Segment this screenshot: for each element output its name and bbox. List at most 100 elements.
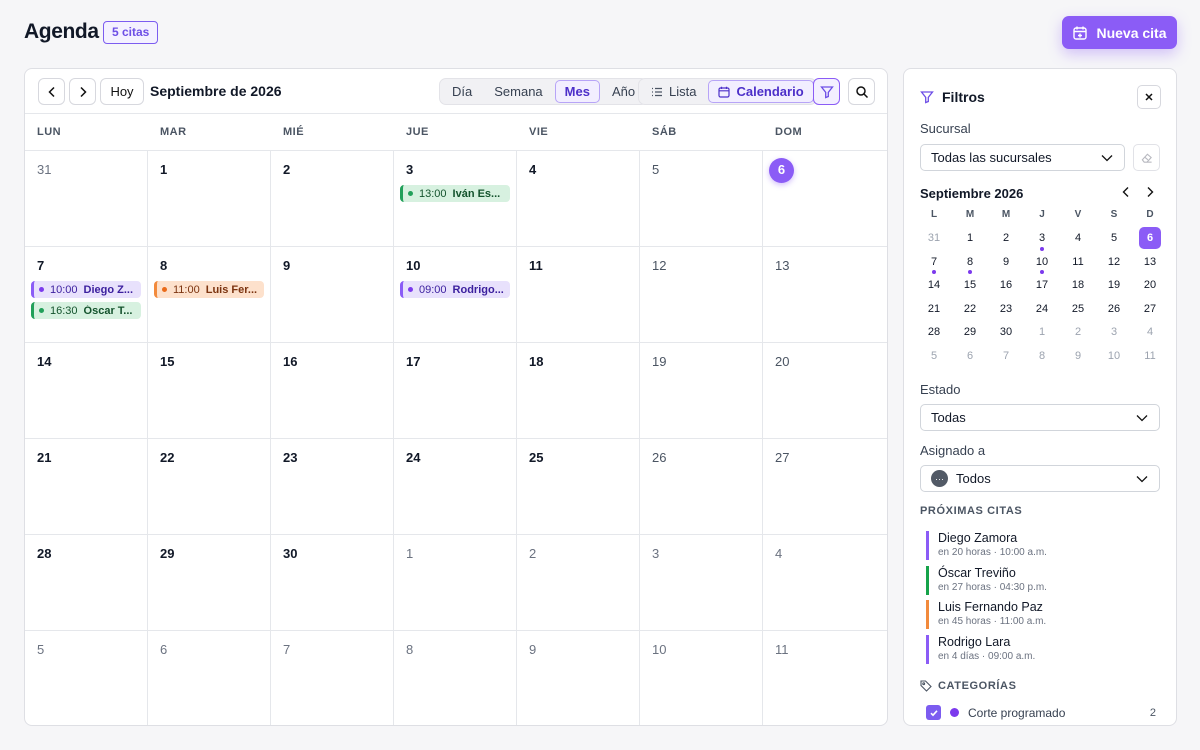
mini-day[interactable]: 5: [916, 345, 952, 369]
assigned-select[interactable]: ··· Todos: [920, 465, 1160, 492]
mini-day[interactable]: 3: [1024, 227, 1060, 251]
day-cell[interactable]: 8 11:00 Luis Fer...: [148, 247, 271, 342]
day-cell[interactable]: 3: [640, 535, 763, 630]
mini-day[interactable]: 12: [1096, 251, 1132, 275]
day-cell[interactable]: 19: [640, 343, 763, 438]
day-cell[interactable]: 4: [763, 535, 886, 630]
day-cell[interactable]: 23: [271, 439, 394, 534]
day-cell[interactable]: 28: [25, 535, 148, 630]
view-month-tab[interactable]: Mes: [554, 80, 600, 103]
day-cell[interactable]: 10 09:00 Rodrigo...: [394, 247, 517, 342]
close-filters-button[interactable]: [1137, 85, 1161, 109]
mini-day[interactable]: 25: [1060, 298, 1096, 322]
day-cell[interactable]: 3 13:00 Iván Es...: [394, 151, 517, 246]
upcoming-item[interactable]: Luis Fernando Paz en 45 horas · 11:00 a.m…: [926, 600, 1156, 629]
mini-day[interactable]: 7: [988, 345, 1024, 369]
mini-day[interactable]: 29: [952, 321, 988, 345]
upcoming-item[interactable]: Óscar Treviño en 27 horas · 04:30 p.m.: [926, 565, 1156, 595]
event-chip[interactable]: 13:00 Iván Es...: [400, 185, 510, 202]
day-cell[interactable]: 29: [148, 535, 271, 630]
mini-day[interactable]: 5: [1096, 227, 1132, 251]
mini-day[interactable]: 2: [1060, 321, 1096, 345]
day-cell[interactable]: 12: [640, 247, 763, 342]
mini-day[interactable]: 4: [1060, 227, 1096, 251]
day-cell[interactable]: 24: [394, 439, 517, 534]
day-cell[interactable]: 27: [763, 439, 886, 534]
mini-day[interactable]: 23: [988, 298, 1024, 322]
category-row[interactable]: Corte programado 2: [926, 705, 1156, 720]
day-cell[interactable]: 11: [517, 247, 640, 342]
mini-day[interactable]: 24: [1024, 298, 1060, 322]
day-cell[interactable]: 5: [640, 151, 763, 246]
mini-day[interactable]: 1: [952, 227, 988, 251]
event-chip[interactable]: 09:00 Rodrigo...: [400, 281, 510, 298]
today-button[interactable]: Hoy: [100, 78, 144, 105]
day-cell[interactable]: 8: [394, 631, 517, 725]
event-chip[interactable]: 10:00 Diego Z...: [31, 281, 141, 298]
mini-day[interactable]: 26: [1096, 298, 1132, 322]
day-cell[interactable]: 2: [271, 151, 394, 246]
mini-day[interactable]: 4: [1132, 321, 1168, 345]
mini-day[interactable]: 11: [1060, 251, 1096, 275]
day-cell[interactable]: 30: [271, 535, 394, 630]
calendar-mode-tab[interactable]: Calendario: [708, 80, 814, 103]
day-cell[interactable]: 9: [517, 631, 640, 725]
mini-day[interactable]: 17: [1024, 274, 1060, 298]
day-cell[interactable]: 10: [640, 631, 763, 725]
mini-day[interactable]: 15: [952, 274, 988, 298]
mini-day[interactable]: 8: [1024, 345, 1060, 369]
day-cell[interactable]: 6: [148, 631, 271, 725]
day-cell[interactable]: 1: [394, 535, 517, 630]
mini-day[interactable]: 19: [1096, 274, 1132, 298]
mini-day[interactable]: 28: [916, 321, 952, 345]
search-button[interactable]: [848, 78, 875, 105]
next-month-button[interactable]: [69, 78, 96, 105]
clear-branch-button[interactable]: [1133, 144, 1160, 171]
mini-next-button[interactable]: [1142, 184, 1158, 200]
day-cell[interactable]: 22: [148, 439, 271, 534]
mini-day[interactable]: 7: [916, 251, 952, 274]
mini-day[interactable]: 11: [1132, 345, 1168, 369]
event-chip[interactable]: 16:30 Óscar T...: [31, 302, 141, 319]
day-cell[interactable]: 7 10:00 Diego Z... 16:30 Óscar T...: [25, 247, 148, 342]
event-chip[interactable]: 11:00 Luis Fer...: [154, 281, 264, 298]
day-cell[interactable]: 7: [271, 631, 394, 725]
upcoming-item[interactable]: Diego Zamora en 20 horas · 10:00 a.m.: [926, 531, 1156, 560]
mini-day[interactable]: 10: [1024, 251, 1060, 274]
view-day-tab[interactable]: Día: [442, 80, 482, 103]
day-cell[interactable]: 1: [148, 151, 271, 246]
mini-day[interactable]: 2: [988, 227, 1024, 251]
new-appointment-button[interactable]: Nueva cita: [1062, 16, 1177, 49]
mini-day[interactable]: 18: [1060, 274, 1096, 298]
upcoming-item[interactable]: Rodrigo Lara en 4 días · 09:00 a.m.: [926, 634, 1156, 664]
day-cell[interactable]: 2: [517, 535, 640, 630]
category-checkbox[interactable]: [926, 705, 941, 720]
view-week-tab[interactable]: Semana: [484, 80, 552, 103]
mini-day[interactable]: 1: [1024, 321, 1060, 345]
list-mode-tab[interactable]: Lista: [641, 80, 706, 103]
mini-day[interactable]: 9: [988, 251, 1024, 275]
mini-day[interactable]: 14: [916, 274, 952, 298]
day-cell[interactable]: 13: [763, 247, 886, 342]
mini-day[interactable]: 22: [952, 298, 988, 322]
mini-day[interactable]: 8: [952, 251, 988, 274]
filter-toggle-button[interactable]: [813, 78, 840, 105]
day-cell[interactable]: 16: [271, 343, 394, 438]
day-cell[interactable]: 18: [517, 343, 640, 438]
mini-day[interactable]: 20: [1132, 274, 1168, 298]
day-cell[interactable]: 26: [640, 439, 763, 534]
day-cell[interactable]: 4: [517, 151, 640, 246]
branch-select[interactable]: Todas las sucursales: [920, 144, 1125, 171]
day-cell[interactable]: 9: [271, 247, 394, 342]
mini-day[interactable]: 3: [1096, 321, 1132, 345]
mini-day[interactable]: 13: [1132, 251, 1168, 275]
mini-day[interactable]: 6: [952, 345, 988, 369]
previous-month-button[interactable]: [38, 78, 65, 105]
day-cell-today[interactable]: 6: [763, 151, 886, 246]
mini-day[interactable]: 31: [916, 227, 952, 251]
mini-day[interactable]: 21: [916, 298, 952, 322]
day-cell[interactable]: 17: [394, 343, 517, 438]
day-cell[interactable]: 21: [25, 439, 148, 534]
day-cell[interactable]: 11: [763, 631, 886, 725]
mini-day[interactable]: 16: [988, 274, 1024, 298]
